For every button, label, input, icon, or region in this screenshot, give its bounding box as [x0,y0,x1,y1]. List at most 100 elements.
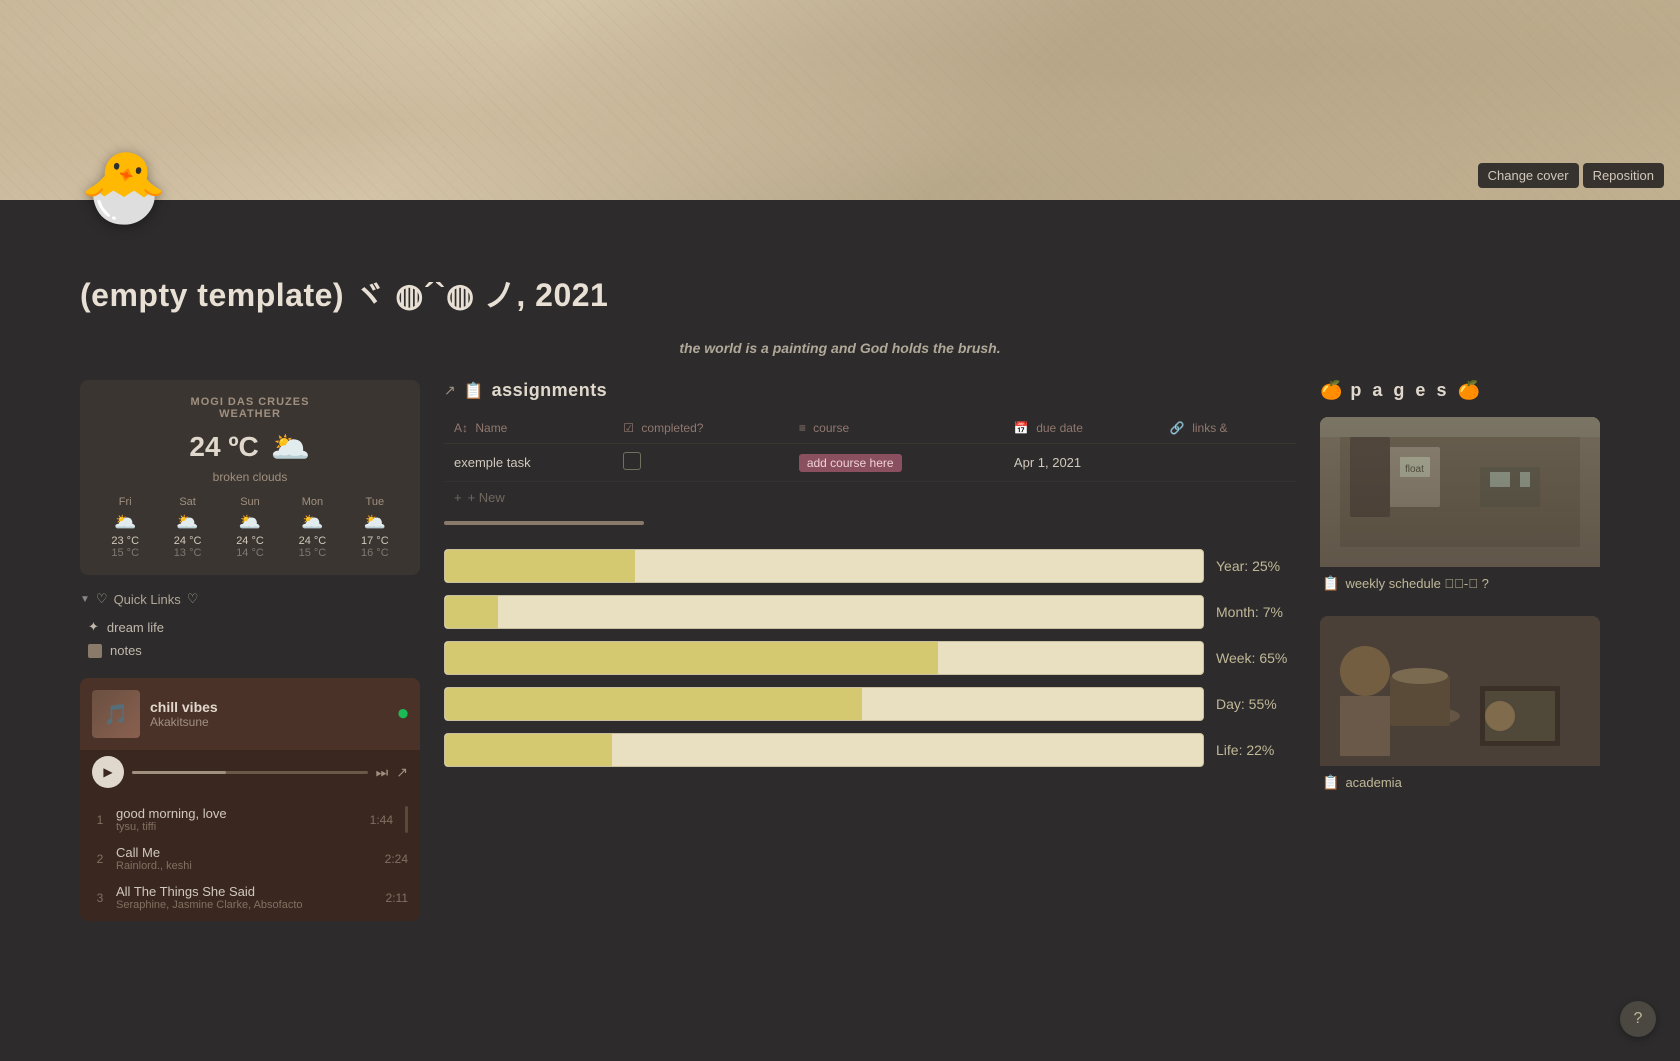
track-2[interactable]: 2 Call Me Rainlord., keshi 2:24 [80,839,420,878]
music-info: chill vibes Akakitsune [150,699,388,729]
week-bar-fill [445,642,938,674]
track-scrollbar [405,806,408,833]
task-completed[interactable] [613,444,789,482]
page-icon: 🐣 [80,152,167,222]
col-course: ≡ course [789,413,1004,444]
spotify-icon[interactable]: ⏺ [398,703,408,726]
cover-actions: Change cover Reposition [1478,163,1664,188]
pages-title: p a g e s [1350,380,1449,401]
music-progress-bar [132,771,368,774]
month-bar-fill [445,596,498,628]
assignments-expand-icon[interactable]: ↗ [444,382,456,399]
track-artist-1: tysu, tiffi [116,821,362,833]
track-duration-3: 2:11 [386,891,408,905]
change-cover-button[interactable]: Change cover [1478,163,1579,188]
year-bar-wrap [444,549,1204,583]
quick-link-notes[interactable]: notes [80,639,420,662]
academia-label: academia [1345,775,1401,790]
page-card-weekly[interactable]: float 📋 weekly schedule ゚・-・ ? [1320,417,1600,600]
page-quote: the world is a painting and God holds th… [80,340,1600,356]
middle-column: ↗ 📋 assignments A↕ Name ☑ completed? ≡ c… [444,380,1296,767]
track-num-1: 1 [92,813,108,827]
album-art: 🎵 [92,690,140,738]
weather-description: broken clouds [96,470,404,484]
collapse-icon: ▼ [80,594,90,605]
day-label: Day: 55% [1216,696,1296,712]
page-title[interactable]: (empty template) ヾ ◍´`◍ ノ, 2021 [80,250,1600,324]
dream-life-icon: ✦ [88,619,99,635]
page-card-weekly-label: 📋 weekly schedule ゚・-・ ? [1320,567,1600,600]
month-bar-wrap [444,595,1204,629]
assignments-table: A↕ Name ☑ completed? ≡ course 📅 due date… [444,413,1296,482]
help-button[interactable]: ? [1620,1001,1656,1037]
life-bar-fill [445,734,612,766]
quick-links-toggle[interactable]: ▼ ♡ Quick Links ♡ [80,591,420,607]
col-due-date: 📅 due date [1004,413,1160,444]
progress-month: Month: 7% [444,595,1296,629]
skip-icon[interactable]: ⏭ [376,764,389,781]
add-new-button[interactable]: + + New [444,482,1296,513]
dream-life-label: dream life [107,620,164,635]
weather-day-mon: Mon 🌥️ 24 °C 15 °C [283,496,341,559]
weather-day-fri: Fri 🌥️ 23 °C 15 °C [96,496,154,559]
track-1[interactable]: 1 good morning, love tysu, tiffi 1:44 [80,800,420,839]
assignments-title: assignments [492,380,608,401]
cover-fabric-texture [0,0,1680,200]
quick-links-section: ▼ ♡ Quick Links ♡ ✦ dream life notes [80,591,420,662]
weather-day-sat: Sat 🌥️ 24 °C 13 °C [158,496,216,559]
year-bar-fill [445,550,635,582]
weather-widget: MOGI DAS CRUZES WEATHER 24 ºC 🌥️ broken … [80,380,420,575]
pages-icon-right: 🍊 [1457,380,1479,401]
life-label: Life: 22% [1216,742,1296,758]
reposition-button[interactable]: Reposition [1583,163,1664,188]
track-duration-2: 2:24 [385,852,408,866]
weekly-schedule-icon: 📋 [1322,575,1339,592]
share-icon[interactable]: ↗ [396,764,408,781]
weather-main: 24 ºC 🌥️ [96,428,404,466]
progress-year: Year: 25% [444,549,1296,583]
task-checkbox[interactable] [623,452,641,470]
assignments-header-row: A↕ Name ☑ completed? ≡ course 📅 due date… [444,413,1296,444]
academia-icon: 📋 [1322,774,1339,791]
week-bar-wrap [444,641,1204,675]
weather-temp: 24 ºC [189,431,258,463]
page-card-academia-label: 📋 academia [1320,766,1600,799]
track-info-3: All The Things She Said Seraphine, Jasmi… [116,884,378,911]
music-player: 🎵 chill vibes Akakitsune ⏺ ▶ ⏭ ↗ [80,678,420,921]
main-content: (empty template) ヾ ◍´`◍ ノ, 2021 the worl… [0,250,1680,921]
music-artist: Akakitsune [150,715,388,729]
track-3[interactable]: 3 All The Things She Said Seraphine, Jas… [80,878,420,917]
quick-link-dream-life[interactable]: ✦ dream life [80,615,420,639]
task-links [1160,444,1296,482]
page-card-academia[interactable]: 📋 academia [1320,616,1600,799]
track-name-2: Call Me [116,845,377,860]
track-artist-3: Seraphine, Jasmine Clarke, Absofacto [116,899,378,911]
weather-day-sun: Sun 🌥️ 24 °C 14 °C [221,496,279,559]
weekly-schedule-label: weekly schedule ゚・-・ ? [1345,576,1488,591]
track-name-1: good morning, love [116,806,362,821]
assignments-icon: 📋 [464,381,484,401]
play-button[interactable]: ▶ [92,756,124,788]
music-controls: ▶ ⏭ ↗ [80,750,420,796]
week-label: Week: 65% [1216,650,1296,666]
add-label: + New [468,490,505,505]
notes-icon [88,644,102,658]
track-name-3: All The Things She Said [116,884,378,899]
col-name: A↕ Name [444,413,613,444]
course-tag: add course here [799,454,902,472]
music-header: 🎵 chill vibes Akakitsune ⏺ [80,678,420,750]
pages-icon-left: 🍊 [1320,380,1342,401]
table-row[interactable]: exemple task add course here Apr 1, 2021 [444,444,1296,482]
task-course[interactable]: add course here [789,444,1004,482]
notes-label: notes [110,643,142,658]
playlist-name: chill vibes [150,699,388,715]
task-name: exemple task [444,444,613,482]
weather-location: MOGI DAS CRUZES WEATHER [96,396,404,420]
page-card-coffee-image [1320,616,1600,766]
right-column: 🍊 p a g e s 🍊 float [1320,380,1600,815]
track-info-1: good morning, love tysu, tiffi [116,806,362,833]
col-links: 🔗 links & [1160,413,1296,444]
weather-icon: 🌥️ [271,428,311,466]
month-label: Month: 7% [1216,604,1296,620]
assignments-section: ↗ 📋 assignments A↕ Name ☑ completed? ≡ c… [444,380,1296,525]
